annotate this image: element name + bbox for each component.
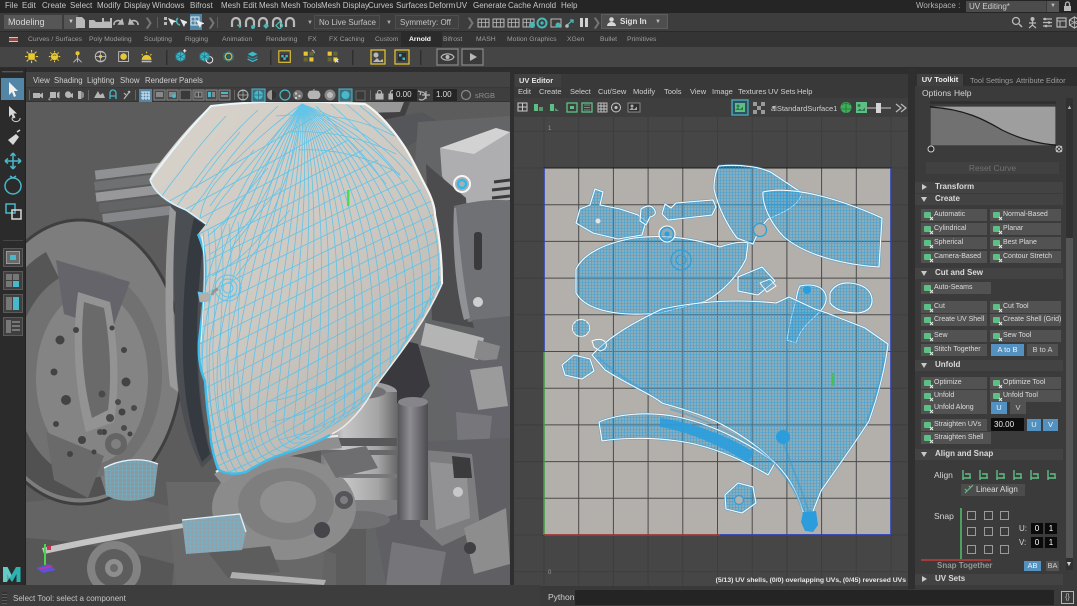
svg-text:(5/13) UV shells, (0/0) overla: (5/13) UV shells, (0/0) overlapping UVs,… [716, 577, 907, 584]
